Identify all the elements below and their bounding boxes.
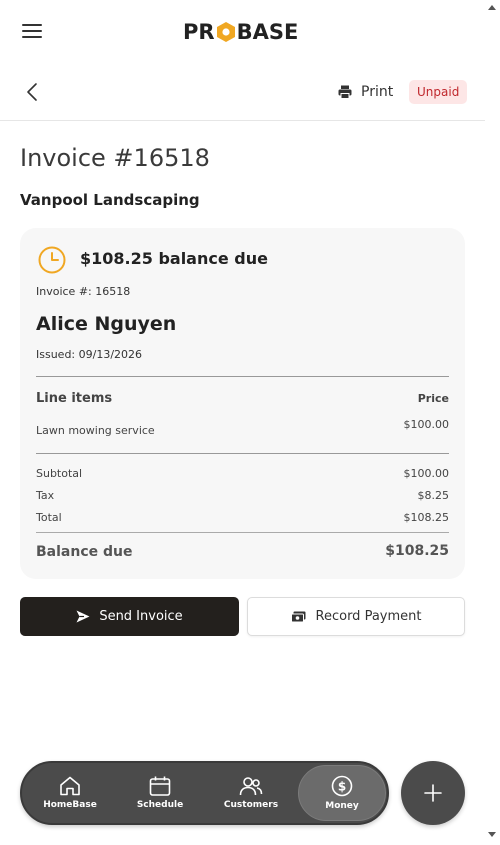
scroll-up-arrow-icon[interactable] — [488, 5, 496, 10]
print-label: Print — [361, 84, 394, 100]
back-chevron-icon[interactable] — [24, 82, 42, 102]
logo-text-left: PR — [183, 20, 215, 44]
line-items-header: Line items — [36, 391, 113, 406]
hexagon-logo-icon — [216, 21, 236, 43]
action-bar: Print Unpaid — [0, 64, 485, 121]
hamburger-menu-icon[interactable] — [22, 24, 42, 40]
nav-item-homebase[interactable]: HomeBase — [26, 763, 114, 823]
home-icon — [60, 776, 80, 796]
balance-due-value: $108.25 — [385, 543, 449, 559]
issued-date: Issued: 09/13/2026 — [36, 348, 143, 361]
send-invoice-label: Send Invoice — [99, 609, 183, 624]
printer-icon — [338, 85, 352, 99]
app-window: PR BASE Print Unpaid Invoice #16518 Vanp… — [0, 0, 485, 845]
bottom-navigation: HomeBase Schedule Customers $ Money — [20, 761, 389, 825]
scrollbar[interactable] — [485, 0, 500, 845]
company-name: Vanpool Landscaping — [20, 191, 200, 209]
record-payment-label: Record Payment — [315, 609, 422, 624]
invoice-number: Invoice #: 16518 — [36, 285, 131, 298]
divider — [36, 453, 449, 454]
send-invoice-button[interactable]: Send Invoice — [20, 597, 239, 636]
total-label: Total — [36, 511, 62, 524]
status-badge: Unpaid — [409, 80, 468, 104]
price-header: Price — [417, 392, 449, 405]
probase-logo: PR BASE — [183, 18, 298, 46]
scroll-down-arrow-icon[interactable] — [488, 832, 496, 837]
tax-label: Tax — [36, 489, 55, 502]
balance-headline: $108.25 balance due — [80, 249, 268, 268]
clock-icon — [38, 246, 66, 274]
send-icon — [76, 610, 90, 623]
nav-label-money: Money — [325, 801, 359, 811]
add-fab-button[interactable] — [401, 761, 465, 825]
line-item-price: $100.00 — [403, 418, 450, 431]
total-value: $108.25 — [403, 511, 450, 524]
nav-label-homebase: HomeBase — [43, 800, 97, 810]
cash-icon — [290, 611, 306, 622]
nav-label-customers: Customers — [223, 800, 279, 810]
customer-name: Alice Nguyen — [36, 313, 177, 335]
line-item-description: Lawn mowing service — [36, 424, 155, 437]
invoice-card: $108.25 balance due Invoice #: 16518 Ali… — [20, 228, 465, 579]
dollar-icon: $ — [331, 775, 353, 797]
logo-text-right: BASE — [236, 20, 299, 44]
divider — [36, 376, 449, 377]
nav-item-money[interactable]: $ Money — [298, 765, 386, 821]
nav-label-schedule: Schedule — [136, 800, 184, 810]
page-title: Invoice #16518 — [20, 144, 210, 172]
svg-text:$: $ — [338, 780, 346, 794]
users-icon — [239, 777, 263, 796]
calendar-icon — [149, 776, 171, 796]
top-bar: PR BASE — [0, 0, 485, 64]
subtotal-label: Subtotal — [36, 467, 83, 480]
balance-due-label: Balance due — [36, 544, 133, 560]
nav-item-customers[interactable]: Customers — [207, 763, 295, 823]
record-payment-button[interactable]: Record Payment — [247, 597, 465, 636]
divider — [36, 532, 449, 533]
nav-item-schedule[interactable]: Schedule — [116, 763, 204, 823]
subtotal-value: $100.00 — [403, 467, 450, 480]
plus-icon — [424, 784, 442, 802]
print-button[interactable]: Print — [338, 80, 393, 104]
tax-value: $8.25 — [417, 489, 450, 502]
